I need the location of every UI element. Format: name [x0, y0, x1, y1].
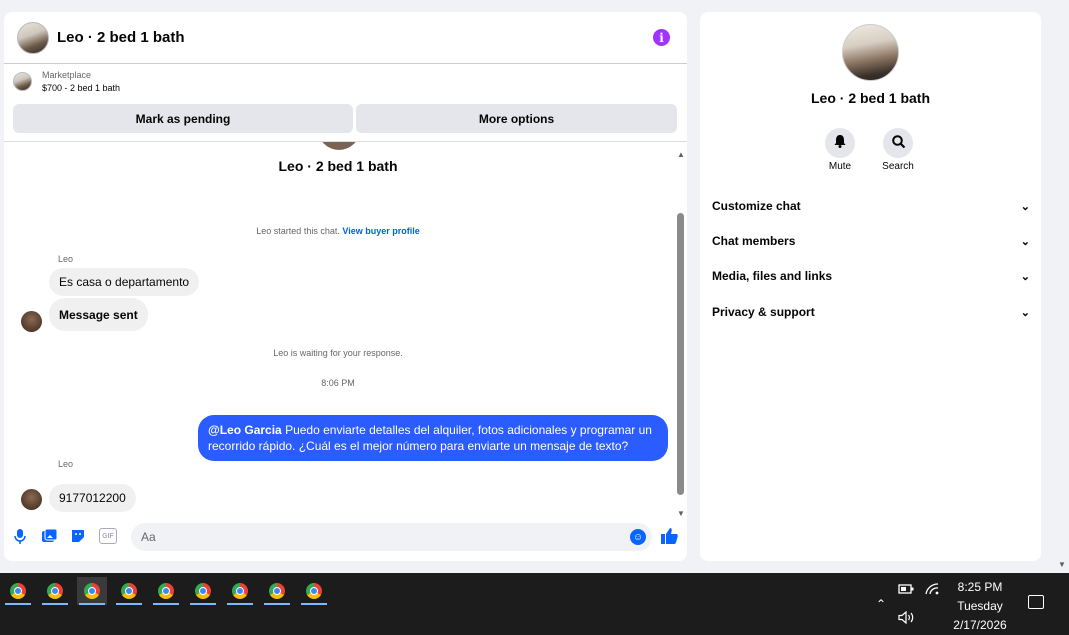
info-title: Leo · 2 bed 1 bath	[810, 90, 930, 106]
chat-title[interactable]: Leo · 2 bed 1 bath	[57, 29, 185, 46]
chrome-icon	[121, 583, 137, 599]
chrome-icon	[232, 583, 248, 599]
sender-avatar[interactable]	[21, 311, 42, 332]
scroll-down-icon[interactable]: ▼	[1058, 560, 1066, 569]
incoming-message[interactable]: 9177012200	[49, 484, 136, 512]
listing-thumbnail	[13, 72, 32, 91]
chrome-icon	[47, 583, 63, 599]
system-clock[interactable]: 8:25 PM Tuesday 2/17/2026	[940, 578, 1020, 635]
more-options-button[interactable]: More options	[356, 104, 677, 133]
info-icon[interactable]: i	[653, 29, 670, 46]
wifi-icon[interactable]	[925, 583, 939, 598]
notification-icon[interactable]	[1028, 595, 1044, 609]
scroll-up-icon[interactable]: ▲	[677, 150, 685, 159]
incoming-message[interactable]: Es casa o departamento	[49, 268, 200, 296]
search-label: Search	[882, 161, 914, 172]
view-buyer-profile-link[interactable]: View buyer profile	[342, 226, 419, 236]
mute-button[interactable]	[825, 128, 855, 158]
taskbar-app-chrome[interactable]	[188, 577, 218, 605]
clock-day: Tuesday	[957, 599, 1003, 613]
volume-icon[interactable]	[898, 610, 915, 627]
incoming-message[interactable]: Message sent	[49, 298, 148, 331]
message-input[interactable]	[141, 523, 611, 551]
mention[interactable]: @Leo Garcia	[208, 423, 282, 437]
taskbar-app-chrome[interactable]	[262, 577, 292, 605]
taskbar-app-chrome[interactable]	[3, 577, 33, 605]
taskbar: ⌃ 8:25 PM Tuesday 2/17/2026	[0, 573, 1069, 635]
chat-header: Leo · 2 bed 1 bath i	[4, 12, 687, 64]
mute-label: Mute	[828, 161, 852, 172]
chat-info-panel: Leo · 2 bed 1 bath Mute Search Customize…	[700, 12, 1041, 561]
outgoing-message[interactable]: @Leo Garcia Puedo enviarte detalles del …	[198, 415, 668, 461]
scrollbar-thumb[interactable]	[677, 213, 684, 495]
chrome-icon	[306, 583, 322, 599]
search-icon	[891, 135, 905, 151]
waiting-notice: Leo is waiting for your response.	[273, 348, 403, 358]
conversation-avatar	[318, 142, 360, 150]
taskbar-app-chrome[interactable]	[299, 577, 329, 605]
section-label: Chat members	[712, 234, 796, 248]
listing-avatar[interactable]	[17, 21, 49, 54]
message-composer: GIF ☺	[4, 520, 687, 552]
photo-icon[interactable]	[41, 528, 57, 544]
mark-as-pending-button[interactable]: Mark as pending	[13, 104, 353, 133]
chat-panel: Leo · 2 bed 1 bath i Marketplace $700 - …	[4, 12, 687, 561]
battery-icon[interactable]	[898, 583, 915, 598]
chrome-icon	[158, 583, 174, 599]
clock-time: 8:25 PM	[957, 580, 1003, 594]
info-avatar[interactable]	[842, 24, 899, 81]
conversation-title: Leo · 2 bed 1 bath	[278, 158, 398, 174]
sticker-icon[interactable]	[70, 528, 86, 544]
bell-icon	[834, 135, 846, 151]
clock-date: 2/17/2026	[953, 618, 1007, 632]
taskbar-app-chrome[interactable]	[77, 577, 107, 605]
listing-source: Marketplace	[42, 70, 92, 80]
section-label: Media, files and links	[712, 269, 833, 283]
taskbar-app-chrome[interactable]	[114, 577, 144, 605]
message-timestamp: 8:06 PM	[321, 378, 355, 388]
chevron-down-icon: ⌄	[1020, 270, 1030, 283]
chevron-down-icon: ⌄	[1020, 200, 1030, 213]
microphone-icon[interactable]	[12, 528, 28, 544]
listing-summary[interactable]: Marketplace $700 - 2 bed 1 bath	[13, 70, 120, 93]
sender-name: Leo	[58, 254, 74, 264]
chrome-icon	[10, 583, 26, 599]
emoji-icon[interactable]: ☺	[630, 529, 646, 545]
section-label: Privacy & support	[712, 305, 815, 319]
section-chat-members[interactable]: Chat members ⌄	[712, 231, 1030, 251]
chat-started-notice: Leo started this chat. View buyer profil…	[4, 226, 672, 236]
chrome-icon	[269, 583, 285, 599]
section-media-files-links[interactable]: Media, files and links ⌄	[712, 266, 1030, 286]
chat-started-text: Leo started this chat.	[256, 226, 340, 236]
search-button[interactable]	[883, 128, 913, 158]
chrome-icon	[195, 583, 211, 599]
sender-name: Leo	[58, 459, 74, 469]
taskbar-app-chrome[interactable]	[225, 577, 255, 605]
section-customize-chat[interactable]: Customize chat ⌄	[712, 196, 1030, 216]
chevron-down-icon: ⌄	[1020, 306, 1030, 319]
chevron-up-icon[interactable]: ⌃	[876, 597, 886, 611]
page-scrollbar[interactable]: ▼	[1055, 0, 1069, 573]
thumbs-up-icon[interactable]	[659, 526, 679, 546]
message-scrollbar[interactable]: ▲ ▼	[676, 150, 685, 518]
taskbar-app-chrome[interactable]	[151, 577, 181, 605]
chrome-icon	[84, 583, 100, 599]
taskbar-app-chrome[interactable]	[40, 577, 70, 605]
sender-avatar[interactable]	[21, 489, 42, 510]
section-privacy-support[interactable]: Privacy & support ⌄	[712, 302, 1030, 322]
message-list[interactable]: Leo · 2 bed 1 bath Leo started this chat…	[4, 142, 687, 516]
chevron-down-icon: ⌄	[1020, 235, 1030, 248]
gif-icon[interactable]: GIF	[99, 528, 117, 544]
scroll-down-icon[interactable]: ▼	[677, 509, 685, 518]
listing-price-title: $700 - 2 bed 1 bath	[42, 83, 121, 93]
section-label: Customize chat	[712, 199, 801, 213]
message-input-wrapper: ☺	[131, 523, 652, 551]
